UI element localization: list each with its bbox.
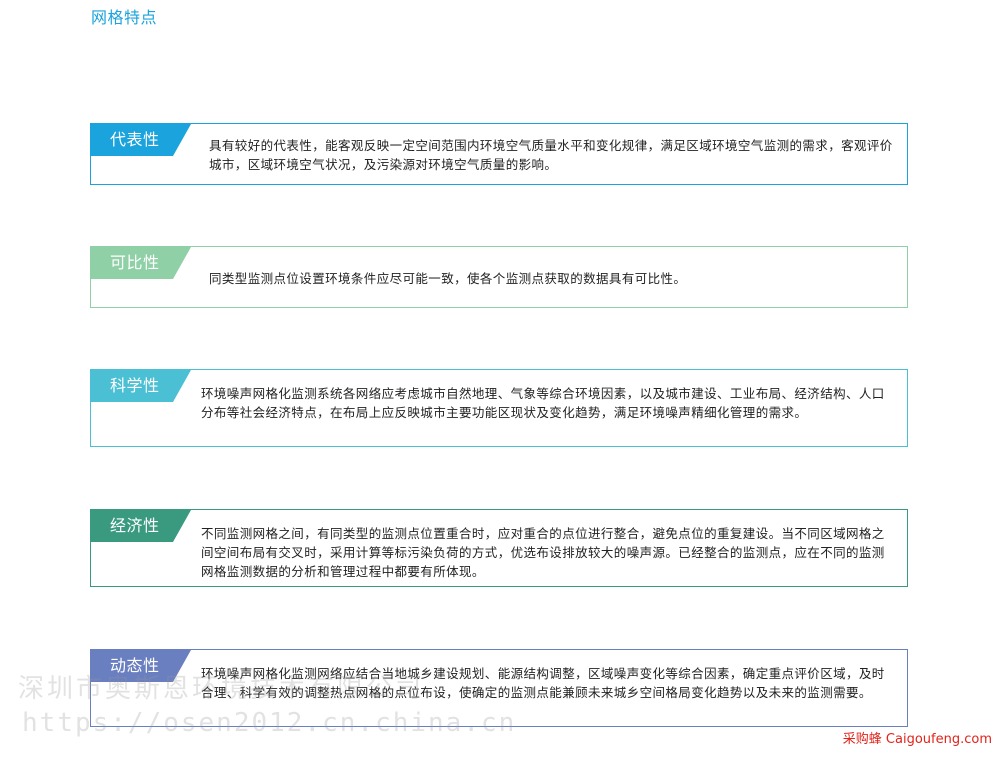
desc-representative: 具有较好的代表性，能客观反映一定空间范围内环境空气质量水平和变化规律，满足区域环… [209, 138, 893, 172]
desc-comparable: 同类型监测点位设置环境条件应尽可能一致，使各个监测点获取的数据具有可比性。 [209, 271, 687, 286]
tag-representative: 代表性 [91, 124, 191, 156]
desc-economic: 不同监测网格之间，有同类型的监测点位置重合时，应对重合的点位进行整合，避免点位的… [201, 526, 885, 579]
feature-card-representative: 代表性 具有较好的代表性，能客观反映一定空间范围内环境空气质量水平和变化规律，满… [90, 123, 908, 185]
tag-comparable: 可比性 [91, 247, 191, 279]
footer-brand: 采购蜂 Caigoufeng.com [842, 732, 992, 747]
feature-card-comparable: 可比性 同类型监测点位设置环境条件应尽可能一致，使各个监测点获取的数据具有可比性… [90, 246, 908, 308]
tag-economic: 经济性 [91, 510, 191, 542]
feature-card-economic: 经济性 不同监测网格之间，有同类型的监测点位置重合时，应对重合的点位进行整合，避… [90, 509, 908, 587]
page-title: 网格特点 [91, 8, 158, 27]
desc-dynamic: 环境噪声网格化监测网络应结合当地城乡建设规划、能源结构调整，区域噪声变化等综合因… [201, 666, 885, 700]
tag-dynamic: 动态性 [91, 650, 191, 682]
feature-card-scientific: 科学性 环境噪声网格化监测系统各网络应考虑城市自然地理、气象等综合环境因素，以及… [90, 369, 908, 447]
desc-scientific: 环境噪声网格化监测系统各网络应考虑城市自然地理、气象等综合环境因素，以及城市建设… [201, 386, 885, 420]
tag-scientific: 科学性 [91, 370, 191, 402]
feature-card-dynamic: 动态性 环境噪声网格化监测网络应结合当地城乡建设规划、能源结构调整，区域噪声变化… [90, 649, 908, 727]
